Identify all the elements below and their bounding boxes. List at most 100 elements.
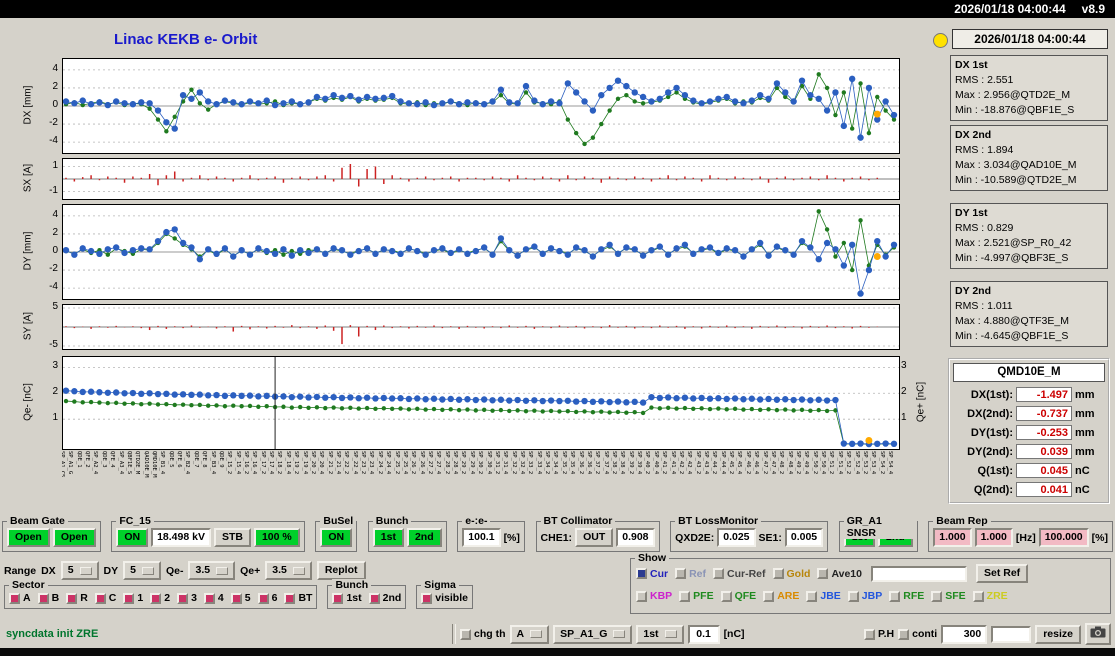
conti-checkbox[interactable]: conti — [898, 628, 937, 640]
sector-checkbox-3[interactable]: 3 — [177, 592, 197, 604]
region-checkbox-jbp[interactable]: JBP — [847, 590, 882, 602]
region-checkbox-kbp[interactable]: KBP — [636, 590, 672, 602]
interval-field[interactable]: 300 — [941, 624, 988, 644]
stats-max: Max : 2.956@QTD2E_M — [955, 89, 1071, 101]
checkbox[interactable] — [636, 568, 647, 579]
region-checkbox-sfe[interactable]: SFE — [931, 590, 966, 602]
checkbox[interactable] — [177, 592, 189, 604]
sector-checkbox-bt[interactable]: BT — [284, 592, 312, 604]
bpm-label: SP_29_4 — [468, 451, 475, 475]
show-checkbox-gold[interactable]: Gold — [772, 568, 810, 580]
sector-checkbox-r[interactable]: R — [66, 592, 88, 604]
checkbox[interactable] — [460, 628, 471, 640]
che1-out-button[interactable]: OUT — [575, 528, 614, 547]
checkbox[interactable] — [720, 590, 732, 602]
checkbox[interactable] — [931, 590, 943, 602]
sx-steering-plot[interactable] — [62, 158, 900, 200]
ph-checkbox[interactable]: P.H — [863, 628, 894, 640]
bpm-label: QAD10E_M — [142, 451, 149, 478]
blank-field[interactable] — [991, 625, 1032, 643]
bpm-select[interactable]: SP_A1_G — [553, 624, 633, 644]
dy-orbit-plot[interactable] — [62, 204, 900, 300]
bpm-label: SP_34_2 — [544, 451, 551, 475]
checkbox[interactable] — [66, 592, 78, 604]
bunch-1st-button[interactable]: 1st — [372, 528, 404, 547]
bpm-label: SP_50_2 — [811, 451, 818, 475]
set-ref-button[interactable]: Set Ref — [976, 564, 1029, 583]
checkbox[interactable] — [284, 592, 296, 604]
chg-th-checkbox[interactable]: chg th — [460, 628, 506, 640]
region-checkbox-qfe[interactable]: QFE — [720, 590, 756, 602]
sector-checkbox-4[interactable]: 4 — [203, 592, 224, 604]
region-checkbox-rfe[interactable]: RFE — [889, 590, 924, 602]
bunch-2nd-button[interactable]: 2nd — [406, 528, 442, 547]
checkbox[interactable] — [636, 590, 647, 602]
checkbox[interactable] — [679, 590, 691, 602]
dx-orbit-plot[interactable] — [62, 58, 900, 154]
sector-select[interactable]: A — [509, 624, 550, 644]
checkbox[interactable] — [713, 568, 725, 579]
checkbox[interactable] — [889, 590, 901, 602]
monitor-value: -0.737 — [1016, 406, 1072, 421]
checkbox[interactable] — [150, 592, 162, 604]
resize-button[interactable]: resize — [1035, 624, 1081, 644]
show-checkbox-cur-ref[interactable]: Cur-Ref — [713, 568, 766, 580]
region-checkbox-pfe[interactable]: PFE — [679, 590, 714, 602]
sigma-checkbox-visible[interactable]: visible — [421, 592, 468, 604]
stats-title: DX 2nd — [955, 129, 992, 141]
sector-checkbox-1[interactable]: 1 — [123, 592, 143, 604]
checkbox[interactable] — [37, 592, 49, 604]
sector-checkbox-b[interactable]: B — [37, 592, 59, 604]
dy-y-ticks: 4 2 0 -2 -4 — [34, 204, 58, 298]
stats-rms: RMS : 2.551 — [955, 74, 1014, 86]
checkbox[interactable] — [421, 592, 433, 604]
checkbox[interactable] — [257, 592, 269, 604]
region-checkbox-jbe[interactable]: JBE — [806, 590, 841, 602]
show-checkbox-cur[interactable]: Cur — [636, 568, 668, 580]
show-checkbox-ave10[interactable]: Ave10 — [817, 568, 862, 580]
beam-gate-open-button-2[interactable]: Open — [52, 528, 96, 547]
charge-plot[interactable] — [62, 356, 900, 450]
bunch-checkbox-1st[interactable]: 1st — [332, 592, 362, 604]
checkbox[interactable] — [230, 592, 242, 604]
sector-checkbox-a[interactable]: A — [9, 592, 31, 604]
transmission-value-field: 100.1 — [462, 528, 501, 547]
monitor-row: DX(1st): -1.497 mm — [953, 385, 1105, 404]
ref-input[interactable] — [871, 565, 967, 582]
checkbox[interactable] — [763, 590, 775, 602]
checkbox[interactable] — [817, 568, 829, 579]
sector-checkbox-6[interactable]: 6 — [257, 592, 277, 604]
threshold-field[interactable]: 0.1 — [687, 624, 720, 644]
checkbox[interactable] — [847, 590, 859, 602]
sector-checkbox-2[interactable]: 2 — [150, 592, 170, 604]
checkbox[interactable] — [772, 568, 784, 579]
checkbox[interactable] — [332, 592, 344, 604]
checkbox[interactable] — [9, 592, 20, 604]
sy-steering-plot[interactable] — [62, 304, 900, 350]
checkbox[interactable] — [806, 590, 818, 602]
region-checkbox-zre[interactable]: ZRE — [972, 590, 1008, 602]
fc15-percent-button[interactable]: 100 % — [253, 528, 300, 547]
checkbox[interactable] — [123, 592, 135, 604]
bunch-checkbox-2nd[interactable]: 2nd — [368, 592, 401, 604]
fc15-stb-button[interactable]: STB — [213, 528, 251, 547]
checkbox[interactable] — [972, 590, 984, 602]
beam-rep-percent-unit: [%] — [1091, 531, 1108, 544]
checkbox[interactable] — [368, 592, 380, 604]
region-checkbox-are[interactable]: ARE — [763, 590, 799, 602]
show-checkbox-ref[interactable]: Ref — [675, 568, 706, 580]
checkbox[interactable] — [675, 568, 687, 579]
beam-gate-open-button-1[interactable]: Open — [7, 528, 50, 547]
bunch-number-select[interactable]: 1st — [636, 624, 684, 644]
sector-checkbox-5[interactable]: 5 — [230, 592, 251, 604]
sector-checkbox-c[interactable]: C — [94, 592, 116, 604]
checkbox[interactable] — [94, 592, 106, 604]
camera-button[interactable] — [1085, 623, 1111, 645]
checkbox[interactable] — [898, 628, 910, 640]
fc15-on-button[interactable]: ON — [116, 528, 149, 547]
transmission-group: e-:e- 100.1 [%] — [457, 515, 525, 552]
checkbox[interactable] — [863, 628, 875, 640]
busel-on-button[interactable]: ON — [320, 528, 353, 547]
checkbox[interactable] — [203, 592, 215, 604]
bpm-label: QDE_3 — [100, 451, 107, 468]
